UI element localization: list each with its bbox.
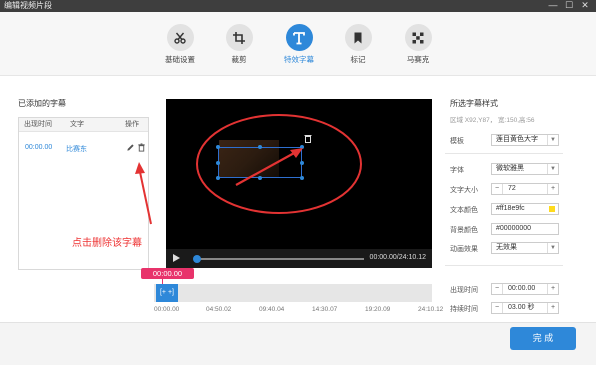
decrement-button[interactable]: − [492,184,503,194]
color-swatch[interactable] [549,206,555,212]
resize-handle[interactable] [258,145,262,149]
tick-label: 09:40.04 [259,306,285,313]
text-t-icon [285,24,313,51]
chevron-down-icon: ▼ [547,243,558,253]
subtitle-time: 00:00.00 [25,144,53,151]
play-icon[interactable] [173,254,180,262]
font-size-label: 文字大小 [450,187,478,194]
title-bar: 编辑视频片段 — ☐ ✕ [0,0,596,12]
tick-label: 14:30.07 [312,306,338,313]
resize-handle[interactable] [258,176,262,180]
player-controls: 00:00.00/24:10.12 [166,249,432,268]
footer-bar [0,322,596,365]
animation-label: 动画效果 [450,246,478,253]
subtitle-list-header: 出现时间 文字 操作 [19,118,148,132]
template-select[interactable]: 莲目黄色大字 ▼ [491,134,559,146]
playhead-marker[interactable]: 00:00.00 [141,268,194,279]
template-value: 莲目黄色大字 [496,136,538,143]
tab-crop[interactable]: 裁剪 [211,24,267,65]
resize-handle[interactable] [300,145,304,149]
resize-handle[interactable] [300,176,304,180]
resize-handle[interactable] [216,145,220,149]
bg-color-value: #00000000 [496,225,532,232]
bg-color-label: 背景颜色 [450,227,478,234]
column-header-text: 文字 [70,121,84,128]
tab-effect-subtitle[interactable]: 特效字幕 [271,24,327,65]
chevron-down-icon: ▼ [547,135,558,145]
minimize-button[interactable]: — [546,0,560,12]
bookmark-icon [344,24,372,51]
maximize-button[interactable]: ☐ [562,0,576,12]
tick-label: 04:50.02 [206,306,232,313]
subtitle-text: 比赛东 [66,146,87,153]
divider [445,265,563,266]
subtitle-list-title: 已添加的字幕 [18,99,66,108]
mosaic-icon [404,24,432,51]
delete-overlay-icon[interactable] [304,134,312,143]
window-title: 编辑视频片段 [4,1,52,10]
tab-marker[interactable]: 标记 [330,24,386,65]
chevron-down-icon: ▼ [547,164,558,174]
tab-mosaic[interactable]: 马赛克 [390,24,446,65]
timeline-track[interactable] [154,284,432,302]
scissors-icon [166,24,194,51]
annotation-text: 点击删除该字幕 [72,238,142,249]
subtitle-selection-box[interactable] [218,147,302,178]
duration-value: 03.00 秒 [508,304,535,311]
font-select[interactable]: 微软雅黑 ▼ [491,163,559,175]
seek-handle[interactable] [193,255,201,263]
resize-handle[interactable] [216,161,220,165]
seek-bar[interactable] [194,258,364,260]
region-info: 区域 X92,Y87， 宽:150,高:56 [450,117,535,124]
tick-label: 00:00.00 [154,306,180,313]
timeline-subtitle-clip[interactable]: [+ +] [156,284,178,302]
decrement-button[interactable]: − [492,303,503,313]
start-time-stepper[interactable]: − 00:00.00 + [491,283,559,295]
feature-tabs: 基础设置 裁剪 特效字幕 标记 马赛克 [0,12,596,76]
timeline-ticks: 00:00.00 04:50.02 09:40.04 14:30.07 19:2… [154,306,444,316]
increment-button[interactable]: + [547,303,558,313]
column-header-time: 出现时间 [24,121,52,128]
resize-handle[interactable] [216,176,220,180]
done-button[interactable]: 完 成 [510,327,576,350]
crop-icon [225,24,253,51]
edit-pencil-icon[interactable] [126,143,135,152]
tab-label: 裁剪 [231,55,247,64]
text-color-field[interactable]: #ff18e9fc [491,203,559,215]
animation-value: 无效果 [496,244,517,251]
start-time-value: 00:00.00 [508,285,536,292]
increment-button[interactable]: + [547,184,558,194]
bg-color-field[interactable]: #00000000 [491,223,559,235]
text-color-value: #ff18e9fc [496,205,525,212]
tab-basic-settings[interactable]: 基础设置 [152,24,208,65]
duration-label: 持续时间 [450,306,478,313]
font-size-stepper[interactable]: − 72 + [491,183,559,195]
tab-label: 马赛克 [406,55,430,64]
player-timecode: 00:00.00/24:10.12 [369,254,426,261]
tick-label: 19:20.09 [365,306,391,313]
resize-handle[interactable] [300,161,304,165]
font-value: 微软雅黑 [496,165,524,172]
duration-stepper[interactable]: − 03.00 秒 + [491,302,559,314]
delete-trash-icon[interactable] [137,143,146,152]
tab-label: 特效字幕 [284,55,314,64]
font-label: 字体 [450,167,464,174]
tick-label: 24:10.12 [418,306,444,313]
close-button[interactable]: ✕ [578,0,592,12]
tab-label: 基础设置 [165,55,195,64]
decrement-button[interactable]: − [492,284,503,294]
tab-label: 标记 [350,55,366,64]
font-size-value: 72 [508,185,516,192]
column-header-actions: 操作 [125,121,139,128]
animation-select[interactable]: 无效果 ▼ [491,242,559,254]
style-panel-title: 所选字幕样式 [450,99,498,108]
text-color-label: 文本颜色 [450,207,478,214]
playhead-time: 00:00.00 [152,269,183,278]
start-time-label: 出现时间 [450,287,478,294]
subtitle-row[interactable]: 00:00.00 比赛东 [19,140,148,158]
increment-button[interactable]: + [547,284,558,294]
template-label: 模板 [450,138,464,145]
divider [445,153,563,154]
